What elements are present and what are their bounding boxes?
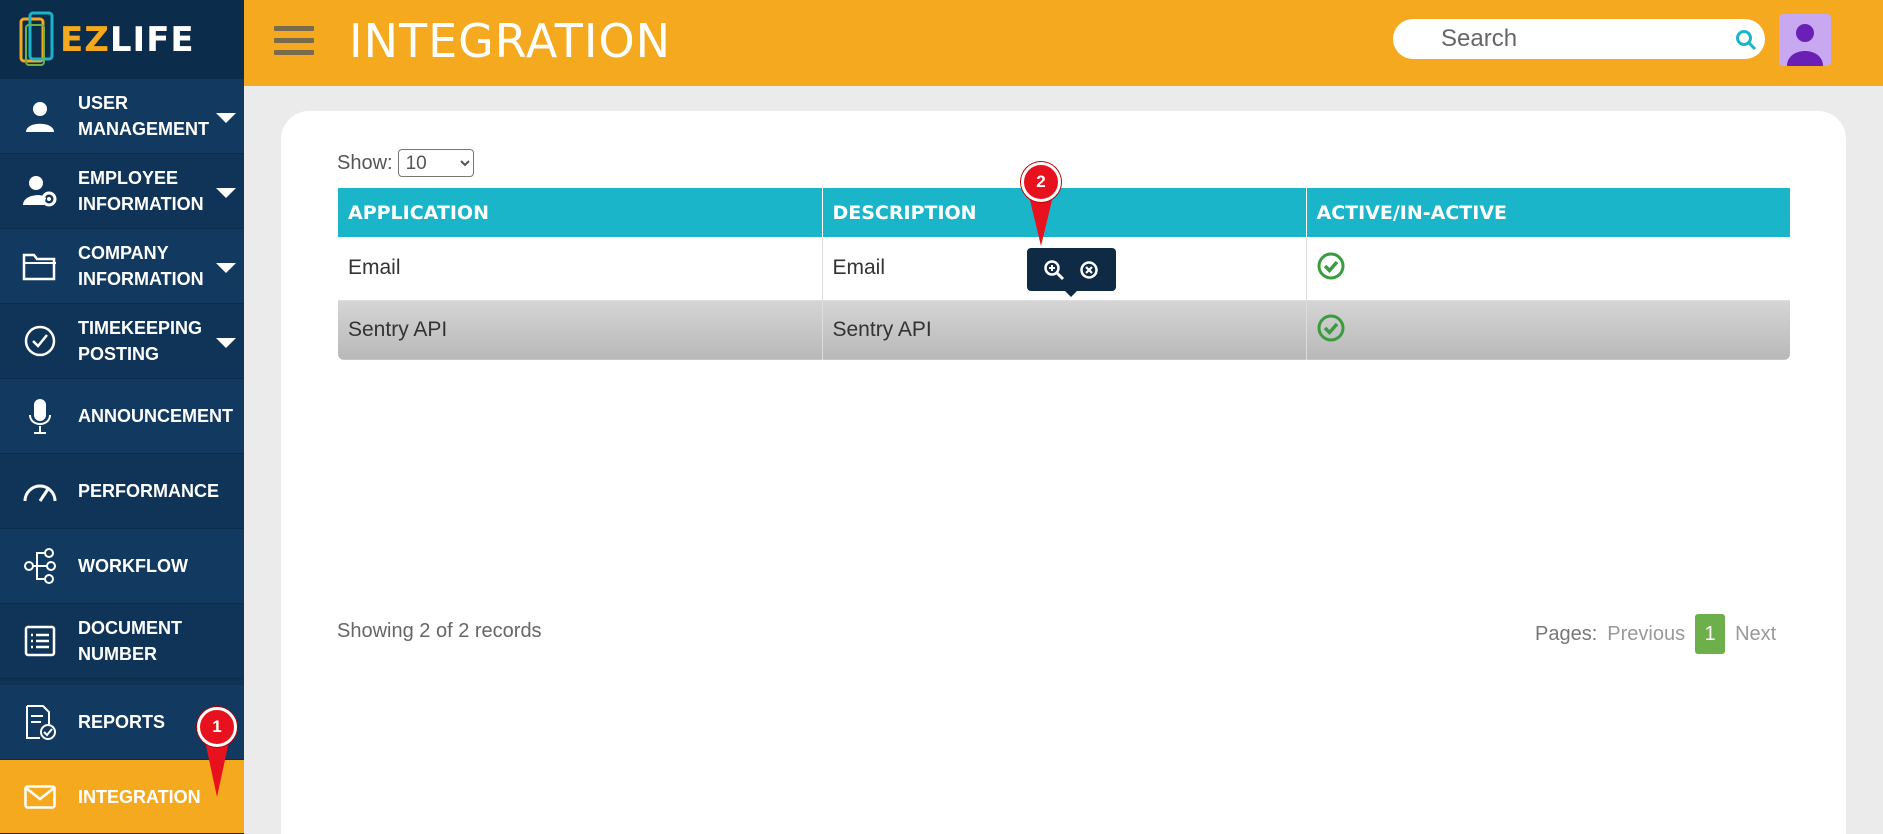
sidebar-item-label: ANNOUNCEMENT [78, 406, 233, 426]
table-header-row: APPLICATION DESCRIPTION ACTIVE/IN-ACTIVE [338, 188, 1790, 237]
step-marker-2: 2 [1021, 162, 1061, 252]
cell-application: Sentry API [338, 300, 823, 360]
search-icon[interactable] [1735, 29, 1757, 51]
step-marker-number: 1 [197, 707, 237, 747]
pages-label: Pages: [1535, 622, 1598, 645]
page-size-control: Show: 10 [337, 149, 474, 177]
content-card: Show: 10 APPLICATION DESCRIPTION ACTIVE/… [281, 111, 1846, 834]
sidebar-item-label: USER MANAGEMENT [78, 93, 209, 139]
search-input[interactable] [1441, 19, 1731, 59]
cell-active [1306, 300, 1790, 360]
check-circle-icon [20, 321, 60, 361]
sidebar-item-company-information[interactable]: COMPANY INFORMATION [0, 229, 244, 304]
logo-mark-icon [18, 9, 58, 71]
column-header-active[interactable]: ACTIVE/IN-ACTIVE [1306, 188, 1790, 237]
page-size-select[interactable]: 10 [397, 149, 474, 177]
pagination: Pages: Previous 1 Next [1535, 614, 1786, 654]
folder-icon [20, 246, 60, 286]
logo-text: EZLIFE [60, 19, 195, 60]
active-check-icon [1317, 252, 1344, 280]
avatar[interactable] [1779, 14, 1831, 66]
row-action-popover [1027, 248, 1116, 297]
top-header: INTEGRATION [244, 0, 1883, 86]
employee-gear-icon [20, 171, 60, 211]
zoom-in-icon[interactable] [1043, 259, 1065, 281]
page-number-button[interactable]: 1 [1695, 614, 1726, 654]
document-list-icon [20, 621, 60, 661]
step-marker-1: 1 [197, 707, 237, 797]
table-row[interactable]: Sentry API Sentry API [338, 300, 1790, 360]
hamburger-menu-icon[interactable] [274, 26, 314, 58]
cell-description: Sentry API [822, 300, 1307, 360]
cell-application: Email [338, 237, 823, 301]
page-title: INTEGRATION [349, 14, 672, 68]
sidebar-item-workflow[interactable]: WORKFLOW [0, 529, 244, 604]
sidebar-item-label: DOCUMENT NUMBER [78, 618, 182, 664]
sidebar-item-employee-information[interactable]: EMPLOYEE INFORMATION [0, 154, 244, 229]
sidebar-item-label: EMPLOYEE INFORMATION [78, 168, 204, 214]
envelope-icon [20, 777, 60, 817]
next-page-link[interactable]: Next [1735, 623, 1776, 646]
sidebar-item-label: WORKFLOW [78, 556, 188, 576]
user-icon [20, 96, 60, 136]
sidebar-item-announcement[interactable]: ANNOUNCEMENT [0, 379, 244, 454]
column-header-description[interactable]: DESCRIPTION [822, 188, 1307, 237]
cell-active [1306, 237, 1790, 301]
chevron-down-icon[interactable] [216, 338, 236, 348]
records-summary: Showing 2 of 2 records [337, 620, 542, 642]
previous-page-link[interactable]: Previous [1607, 623, 1685, 646]
sidebar-item-document-number[interactable]: DOCUMENT NUMBER [0, 604, 244, 679]
search-box [1393, 19, 1765, 59]
workflow-icon [20, 546, 60, 586]
active-check-icon [1317, 314, 1344, 342]
sidebar-item-user-management[interactable]: USER MANAGEMENT [0, 79, 244, 154]
report-icon [20, 702, 60, 742]
sidebar-item-timekeeping-posting[interactable]: TIMEKEEPING POSTING [0, 304, 244, 379]
microphone-icon [20, 396, 60, 436]
sidebar-item-label: COMPANY INFORMATION [78, 243, 204, 289]
chevron-down-icon[interactable] [216, 263, 236, 273]
step-marker-number: 2 [1021, 162, 1061, 202]
logo[interactable]: EZLIFE [0, 0, 244, 79]
show-label: Show: [337, 151, 393, 174]
sidebar-item-performance[interactable]: PERFORMANCE [0, 454, 244, 529]
sidebar-item-label: TIMEKEEPING POSTING [78, 318, 203, 364]
close-circle-icon[interactable] [1078, 259, 1100, 281]
chevron-down-icon[interactable] [216, 113, 236, 123]
gauge-icon [20, 471, 60, 511]
column-header-application[interactable]: APPLICATION [338, 188, 823, 237]
chevron-down-icon[interactable] [216, 188, 236, 198]
sidebar-item-label: PERFORMANCE [78, 481, 220, 501]
